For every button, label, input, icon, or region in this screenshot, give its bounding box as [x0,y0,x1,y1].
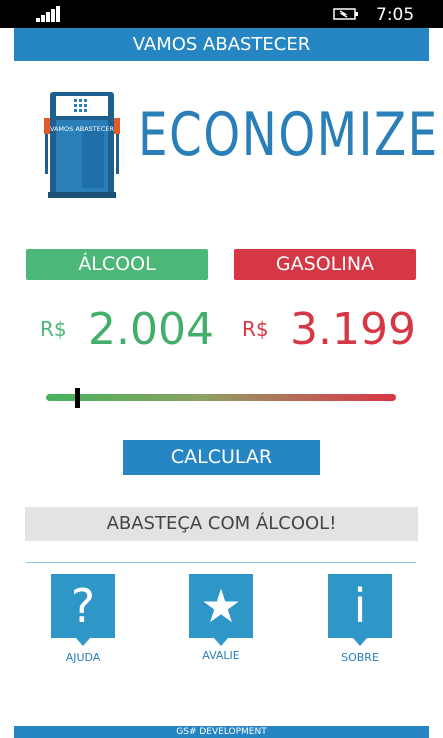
about-label[interactable]: SOBRE [315,651,405,664]
status-bar: 7:05 [0,0,443,28]
fuel-pump-icon: VAMOS ABASTECER [44,92,120,198]
gasoline-button[interactable]: GASOLINA [234,249,416,280]
footer: GS# DEVELOPMENT [14,726,429,738]
rate-label[interactable]: AVALIE [176,649,266,662]
help-button[interactable]: ? [51,574,115,646]
divider [26,562,416,563]
alcohol-button[interactable]: ÁLCOOL [26,249,208,280]
app-logo: VAMOS ABASTECER ECONOMIZE [44,88,437,200]
help-icon: ? [70,579,96,633]
price-slider-thumb[interactable] [75,388,80,408]
battery-charging-icon [333,8,358,20]
info-icon: i [353,579,367,633]
pump-label: VAMOS ABASTECER [50,125,115,133]
help-label[interactable]: AJUDA [38,651,128,664]
gasoline-price[interactable]: 3.199 [290,304,416,355]
signal-bars-icon [36,6,62,22]
result-message: ABASTEÇA COM ÁLCOOL! [25,507,418,541]
alcohol-currency: R$ [40,317,67,341]
about-button[interactable]: i [328,574,392,646]
clock: 7:05 [376,5,415,25]
price-slider-track[interactable] [46,394,396,401]
rate-button[interactable]: ★ [189,574,253,646]
page-title: VAMOS ABASTECER [14,28,429,61]
alcohol-price[interactable]: 2.004 [88,304,214,355]
gasoline-currency: R$ [242,317,269,341]
brand-wordmark: ECONOMIZE [138,100,439,170]
calculate-button[interactable]: CALCULAR [123,440,320,475]
star-icon: ★ [200,579,242,633]
